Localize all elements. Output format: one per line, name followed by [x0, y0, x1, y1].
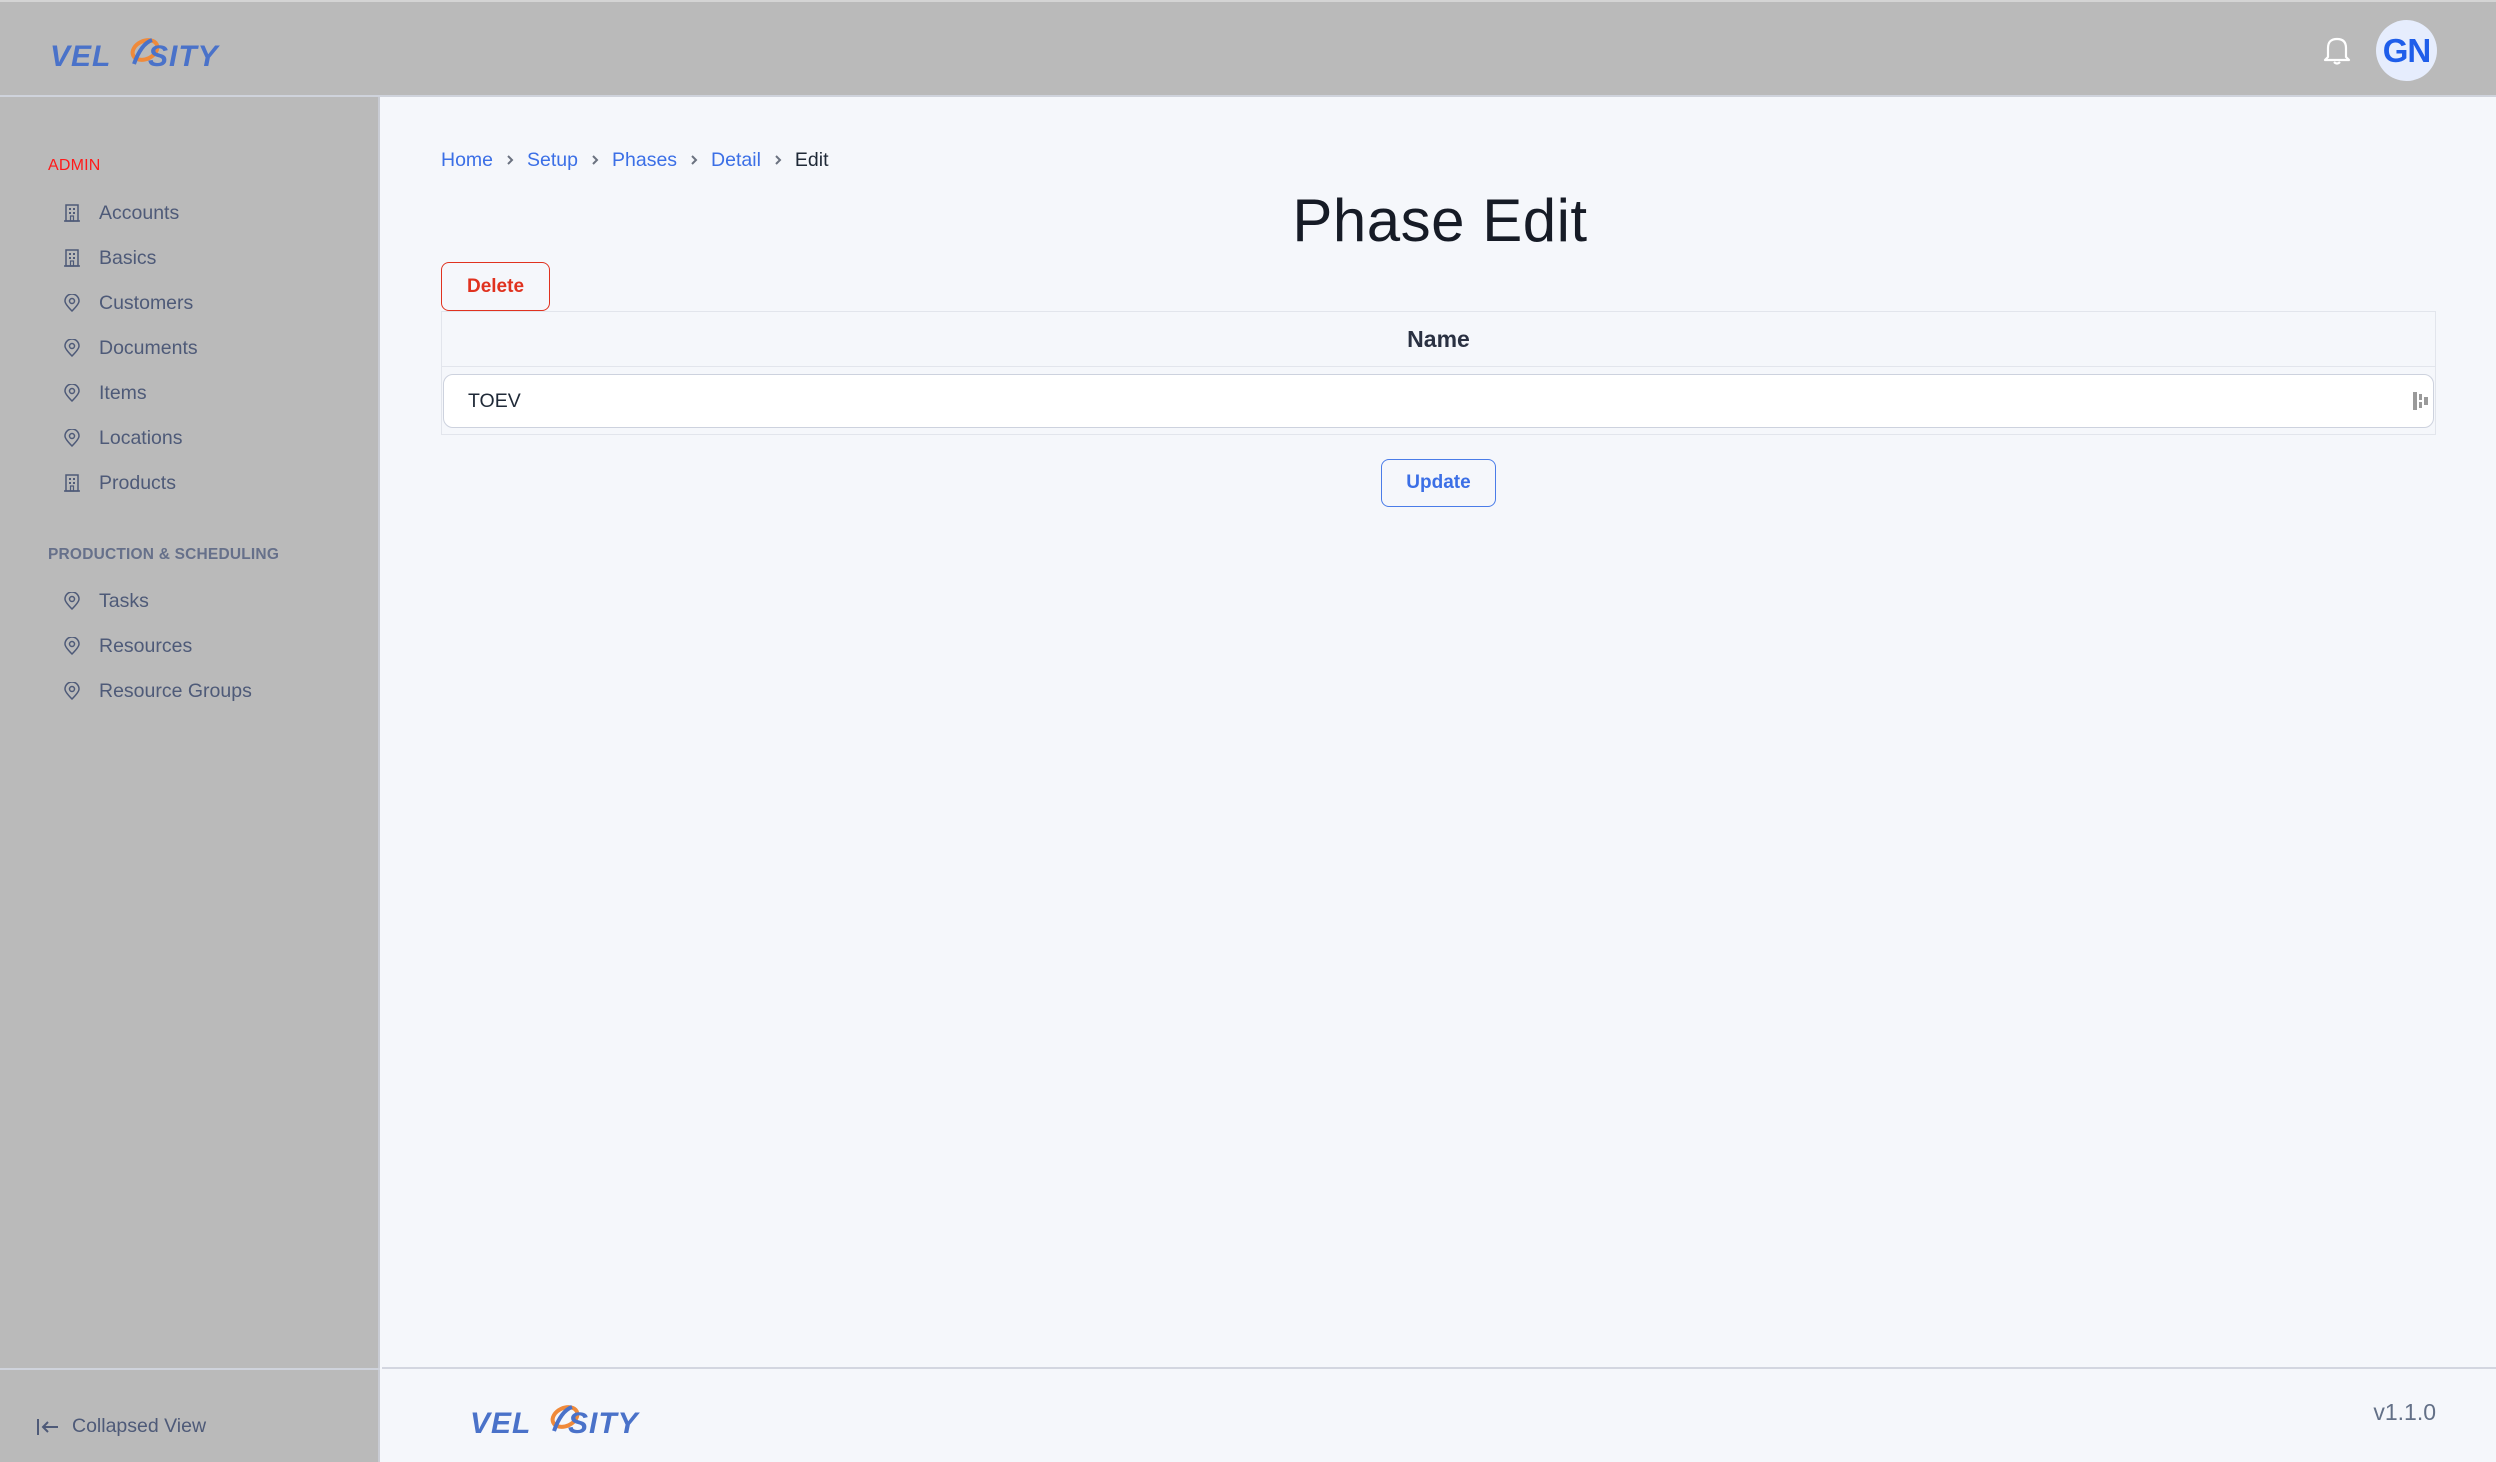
sidebar-item-label: Customers — [99, 291, 194, 314]
breadcrumb-setup[interactable]: Setup — [527, 149, 578, 172]
sidebar-item-items[interactable]: Items — [60, 373, 360, 413]
breadcrumb-detail[interactable]: Detail — [711, 149, 761, 172]
breadcrumb: Home Setup Phases Detail Edit — [441, 145, 829, 175]
chevron-right-icon — [766, 150, 790, 170]
chevron-right-icon — [583, 150, 607, 170]
collapsed-view-label: Collapsed View — [72, 1415, 207, 1437]
map-pin-icon — [60, 336, 84, 360]
name-column-header: Name — [442, 312, 2435, 367]
sidebar-item-basics[interactable]: Basics — [60, 238, 360, 278]
velosity-logo: VEL SITY — [470, 1405, 641, 1439]
top-bar: VEL SITY GN — [0, 0, 2496, 97]
sidebar-item-label: Documents — [99, 336, 198, 359]
sidebar-section-production-scheduling: PRODUCTION & SCHEDULING — [48, 546, 280, 563]
sidebar-divider — [0, 1368, 380, 1370]
sidebar: ADMIN Accounts Basics Customers Document… — [0, 97, 380, 1462]
password-manager-icon[interactable] — [2412, 390, 2430, 412]
sidebar-item-label: Locations — [99, 426, 183, 449]
breadcrumb-edit: Edit — [794, 148, 829, 171]
sidebar-item-documents[interactable]: Documents — [60, 328, 360, 368]
sidebar-item-label: Products — [99, 471, 176, 494]
svg-text:VEL: VEL — [470, 1407, 531, 1439]
sidebar-item-accounts[interactable]: Accounts — [60, 193, 360, 233]
phase-form-table: Name — [441, 311, 2436, 435]
sidebar-item-label: Accounts — [99, 201, 180, 224]
sidebar-item-label: Items — [99, 381, 147, 404]
sidebar-item-products[interactable]: Products — [60, 463, 360, 503]
breadcrumb-phases[interactable]: Phases — [612, 149, 677, 172]
collapsed-view-toggle[interactable]: Collapsed View — [36, 1415, 206, 1438]
sidebar-item-customers[interactable]: Customers — [60, 283, 360, 323]
sidebar-item-locations[interactable]: Locations — [60, 418, 360, 458]
velosity-logo[interactable]: VEL SITY — [48, 28, 238, 72]
update-button[interactable]: Update — [1381, 459, 1496, 507]
name-input[interactable] — [443, 374, 2434, 428]
map-pin-icon — [60, 426, 84, 450]
collapse-left-icon — [36, 1416, 60, 1438]
map-pin-icon — [60, 589, 84, 613]
sidebar-item-label: Resource Groups — [99, 679, 252, 702]
footer: VEL SITY v1.1.0 — [382, 1367, 2496, 1462]
page-title: Phase Edit — [1292, 187, 1588, 254]
svg-text:SITY: SITY — [568, 1407, 641, 1439]
svg-text:SITY: SITY — [148, 40, 221, 72]
sidebar-item-tasks[interactable]: Tasks — [60, 581, 360, 621]
bell-icon[interactable] — [2322, 34, 2352, 66]
sidebar-section-admin: ADMIN — [48, 157, 101, 174]
sidebar-item-resource-groups[interactable]: Resource Groups — [60, 671, 360, 711]
sidebar-item-resources[interactable]: Resources — [60, 626, 360, 666]
map-pin-icon — [60, 381, 84, 405]
chevron-right-icon — [498, 150, 522, 170]
sidebar-item-label: Basics — [99, 246, 157, 269]
app-version: v1.1.0 — [2373, 1399, 2436, 1425]
sidebar-item-label: Resources — [99, 634, 193, 657]
map-pin-icon — [60, 634, 84, 658]
breadcrumb-home[interactable]: Home — [441, 149, 493, 172]
sidebar-item-label: Tasks — [99, 589, 149, 612]
delete-button[interactable]: Delete — [441, 262, 550, 311]
building-icon — [60, 471, 84, 495]
user-avatar[interactable]: GN — [2376, 20, 2437, 81]
map-pin-icon — [60, 679, 84, 703]
map-pin-icon — [60, 291, 84, 315]
building-icon — [60, 201, 84, 225]
chevron-right-icon — [682, 150, 706, 170]
building-icon — [60, 246, 84, 270]
svg-text:VEL: VEL — [50, 40, 111, 72]
